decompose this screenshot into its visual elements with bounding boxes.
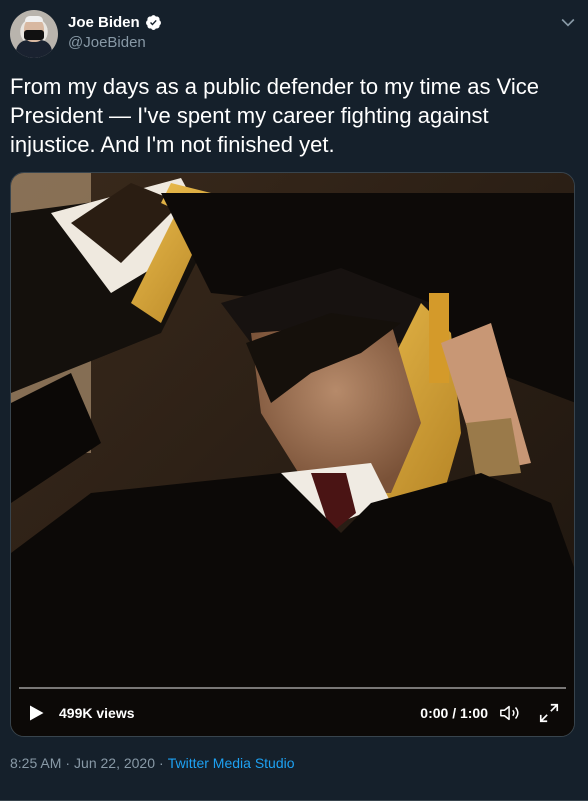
video-frame-image <box>11 173 574 736</box>
video-progress-bar[interactable] <box>19 687 566 689</box>
video-player[interactable]: 499K views 0:00 / 1:00 <box>10 172 575 737</box>
chevron-down-icon[interactable] <box>558 12 578 32</box>
author-name-row[interactable]: Joe Biden <box>68 14 162 31</box>
tweet-time[interactable]: 8:25 AM <box>10 755 61 771</box>
meta-separator: · <box>65 755 71 771</box>
meta-separator: · <box>159 755 164 771</box>
tweet-text: From my days as a public defender to my … <box>10 74 540 157</box>
play-icon[interactable] <box>27 704 45 722</box>
tweet-date[interactable]: Jun 22, 2020 <box>74 755 155 771</box>
tweet: Joe Biden @JoeBiden From my days as a pu… <box>0 0 588 801</box>
tweet-meta: 8:25 AM · Jun 22, 2020 · Twitter Media S… <box>10 755 295 771</box>
tweet-source-link[interactable]: Twitter Media Studio <box>168 755 295 771</box>
author-handle[interactable]: @JoeBiden <box>68 34 146 51</box>
video-controls: 499K views 0:00 / 1:00 <box>11 690 574 736</box>
view-count: 499K views <box>59 705 135 721</box>
verified-badge-icon <box>145 15 161 30</box>
video-timecode: 0:00 / 1:00 <box>420 705 488 721</box>
volume-icon[interactable] <box>498 702 522 724</box>
avatar[interactable] <box>10 10 58 58</box>
fullscreen-icon[interactable] <box>538 702 560 724</box>
author-name[interactable]: Joe Biden <box>68 14 140 31</box>
tweet-header: Joe Biden @JoeBiden <box>10 8 578 58</box>
